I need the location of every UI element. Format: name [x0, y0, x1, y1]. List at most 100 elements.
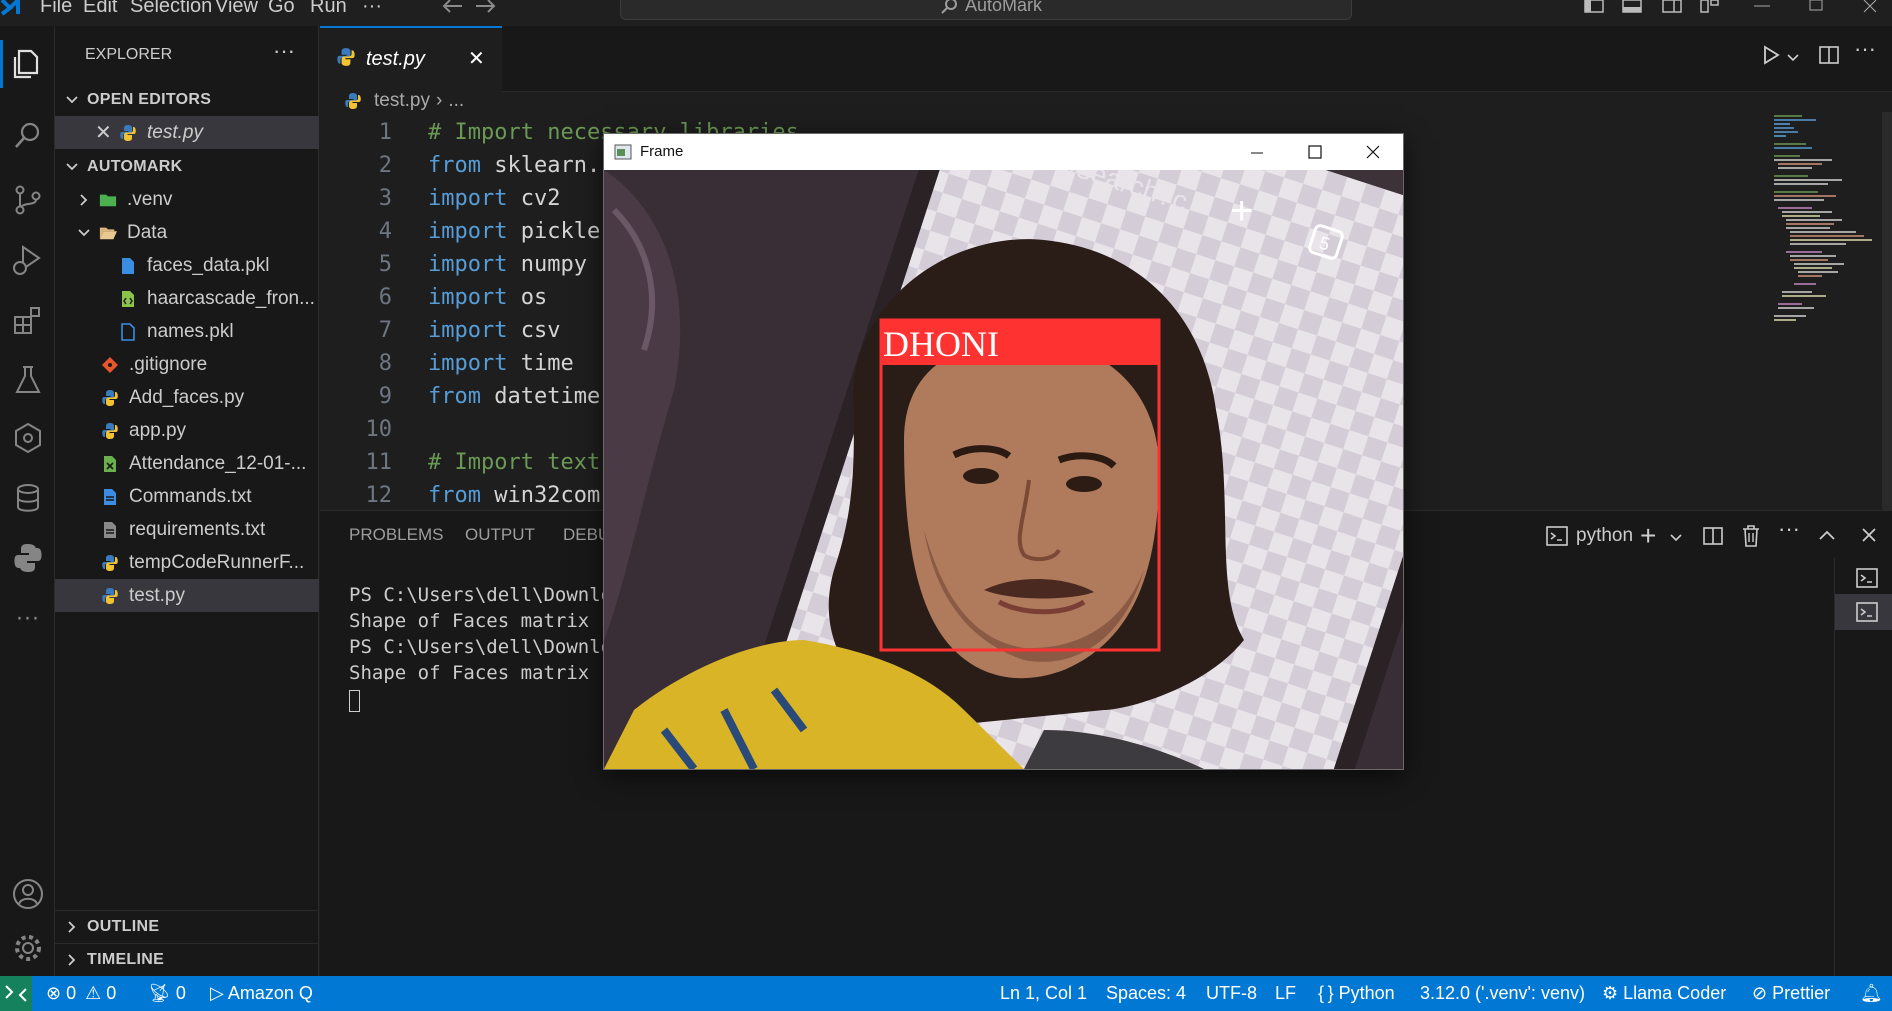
- ports-status[interactable]: 📡︎ 0: [148, 976, 186, 1011]
- frame-title-bar[interactable]: Frame: [604, 134, 1403, 170]
- tree-item-faces-data[interactable]: faces_data.pkl: [55, 249, 319, 282]
- text-file-icon: [101, 487, 119, 507]
- search-view-icon[interactable]: [0, 110, 55, 162]
- menu-run[interactable]: Run: [310, 0, 347, 18]
- project-section[interactable]: AUTOMARK: [55, 150, 319, 183]
- extensions-icon[interactable]: [0, 294, 55, 346]
- menu-more[interactable]: ···: [362, 0, 382, 18]
- database-icon[interactable]: [0, 472, 55, 524]
- tree-item-requirements[interactable]: requirements.txt: [55, 513, 319, 546]
- settings-gear-icon[interactable]: [0, 922, 55, 974]
- explorer-more-icon[interactable]: ···: [273, 38, 295, 64]
- source-control-icon[interactable]: [0, 174, 55, 226]
- toggle-sidebar-icon[interactable]: [1584, 0, 1604, 16]
- terminal-dropdown-chevron-icon[interactable]: [1670, 530, 1682, 542]
- forward-arrow-icon[interactable]: [474, 0, 498, 16]
- toggle-panel-icon[interactable]: [1622, 0, 1642, 16]
- editor-scrollbar[interactable]: [1882, 112, 1892, 510]
- outline-label: OUTLINE: [87, 918, 160, 935]
- braces-icon: { }: [1318, 983, 1334, 1003]
- indentation-status[interactable]: Spaces: 4: [1106, 976, 1186, 1011]
- minimap[interactable]: [1772, 112, 1876, 352]
- accounts-icon[interactable]: [0, 868, 55, 920]
- line-number: 1: [378, 120, 392, 145]
- outline-section[interactable]: OUTLINE: [55, 910, 319, 943]
- frame-close-icon[interactable]: [1366, 145, 1380, 159]
- breadcrumb-symbol[interactable]: ...: [448, 90, 464, 112]
- open-editor-item[interactable]: ✕ test.py: [55, 116, 319, 149]
- maximize-panel-chevron-up-icon[interactable]: [1818, 528, 1836, 542]
- panel-more-icon[interactable]: ···: [1778, 516, 1800, 542]
- close-panel-icon[interactable]: [1860, 526, 1878, 544]
- tree-item-attendance[interactable]: Attendance_12-01-...: [55, 447, 319, 480]
- close-window-icon[interactable]: [1860, 0, 1880, 16]
- run-debug-icon[interactable]: [0, 234, 55, 286]
- menu-edit[interactable]: Edit: [83, 0, 117, 18]
- tree-item-haarcascade[interactable]: haarcascade_fron...: [55, 282, 319, 315]
- command-center-search[interactable]: AutoMark: [620, 0, 1352, 20]
- python-extension-icon[interactable]: [0, 532, 55, 584]
- warning-count: 0: [106, 983, 117, 1003]
- maximize-icon[interactable]: [1806, 0, 1826, 16]
- python-icon: [101, 388, 119, 408]
- run-python-icon[interactable]: [1760, 44, 1782, 66]
- llama-coder-status[interactable]: ⚙ Llama Coder: [1602, 976, 1726, 1011]
- tree-item-app[interactable]: app.py: [55, 414, 319, 447]
- menu-selection[interactable]: Selection: [130, 0, 212, 18]
- language-mode[interactable]: { } Python: [1318, 976, 1395, 1011]
- eol-status[interactable]: LF: [1275, 976, 1296, 1011]
- tree-item-label: Commands.txt: [129, 485, 252, 507]
- toggle-secondary-sidebar-icon[interactable]: [1662, 0, 1682, 16]
- terminal-name[interactable]: python: [1576, 525, 1633, 547]
- terminal-instance-icon[interactable]: [1855, 566, 1879, 590]
- breadcrumb-file[interactable]: test.py: [374, 90, 430, 112]
- close-tab-icon[interactable]: ✕: [468, 46, 485, 71]
- split-editor-icon[interactable]: [1818, 44, 1840, 66]
- remote-indicator[interactable]: [0, 976, 32, 1011]
- encoding-status[interactable]: UTF-8: [1206, 976, 1257, 1011]
- explorer-icon[interactable]: [0, 38, 55, 90]
- problems-status[interactable]: ⊗ 0 ⚠ 0: [46, 976, 116, 1011]
- timeline-section[interactable]: TIMELINE: [55, 943, 319, 976]
- more-views-icon[interactable]: ···: [0, 592, 55, 644]
- tree-item-gitignore[interactable]: .gitignore: [55, 348, 319, 381]
- frame-maximize-icon[interactable]: [1308, 145, 1322, 159]
- open-editors-section[interactable]: OPEN EDITORS: [55, 83, 319, 116]
- terminal-line: PS C:\Users\dell\Downlo: [349, 636, 613, 658]
- menu-go[interactable]: Go: [268, 0, 295, 18]
- tree-item-tempcoderunner[interactable]: tempCodeRunnerF...: [55, 546, 319, 579]
- tree-item-commands[interactable]: Commands.txt: [55, 480, 319, 513]
- python-interpreter[interactable]: 3.12.0 ('.venv': venv): [1420, 976, 1585, 1011]
- prettier-status[interactable]: ⊘ Prettier: [1752, 976, 1830, 1011]
- tree-item-add-faces[interactable]: Add_faces.py: [55, 381, 319, 414]
- remote-explorer-icon[interactable]: [0, 412, 55, 464]
- customize-layout-icon[interactable]: [1700, 0, 1720, 16]
- menu-view[interactable]: View: [215, 0, 258, 18]
- tree-item-names[interactable]: names.pkl: [55, 315, 319, 348]
- amazon-q-status[interactable]: ▷ Amazon Q: [210, 976, 313, 1011]
- run-options-chevron-icon[interactable]: [1787, 50, 1799, 62]
- tree-item-venv[interactable]: .venv: [55, 183, 319, 216]
- trash-icon[interactable]: [1740, 524, 1762, 548]
- cursor-position[interactable]: Ln 1, Col 1: [1000, 976, 1087, 1011]
- testing-flask-icon[interactable]: [0, 354, 55, 406]
- tab-problems[interactable]: PROBLEMS: [349, 525, 443, 549]
- editor-more-icon[interactable]: ···: [1854, 36, 1876, 62]
- tree-item-data[interactable]: Data: [55, 216, 319, 249]
- tab-output[interactable]: OUTPUT: [465, 525, 535, 549]
- minimize-icon[interactable]: [1752, 0, 1772, 16]
- close-editor-icon[interactable]: ✕: [95, 120, 113, 145]
- back-arrow-icon[interactable]: [440, 0, 464, 16]
- tab-test-py[interactable]: test.py ✕: [320, 26, 502, 92]
- frame-minimize-icon[interactable]: [1250, 146, 1264, 158]
- error-icon: ⊗: [46, 983, 62, 1003]
- terminal-instance-active[interactable]: [1835, 594, 1892, 630]
- line-number: 12: [365, 483, 393, 508]
- frame-window[interactable]: Frame /search?c + 5 DHONI: [603, 133, 1404, 770]
- new-terminal-icon[interactable]: +: [1640, 520, 1656, 552]
- terminal-cursor[interactable]: [349, 690, 360, 712]
- tree-item-test[interactable]: test.py: [55, 579, 319, 612]
- menu-file[interactable]: File: [40, 0, 72, 18]
- notifications-bell-icon[interactable]: 🔔︎: [1860, 976, 1883, 1011]
- split-terminal-icon[interactable]: [1702, 525, 1724, 547]
